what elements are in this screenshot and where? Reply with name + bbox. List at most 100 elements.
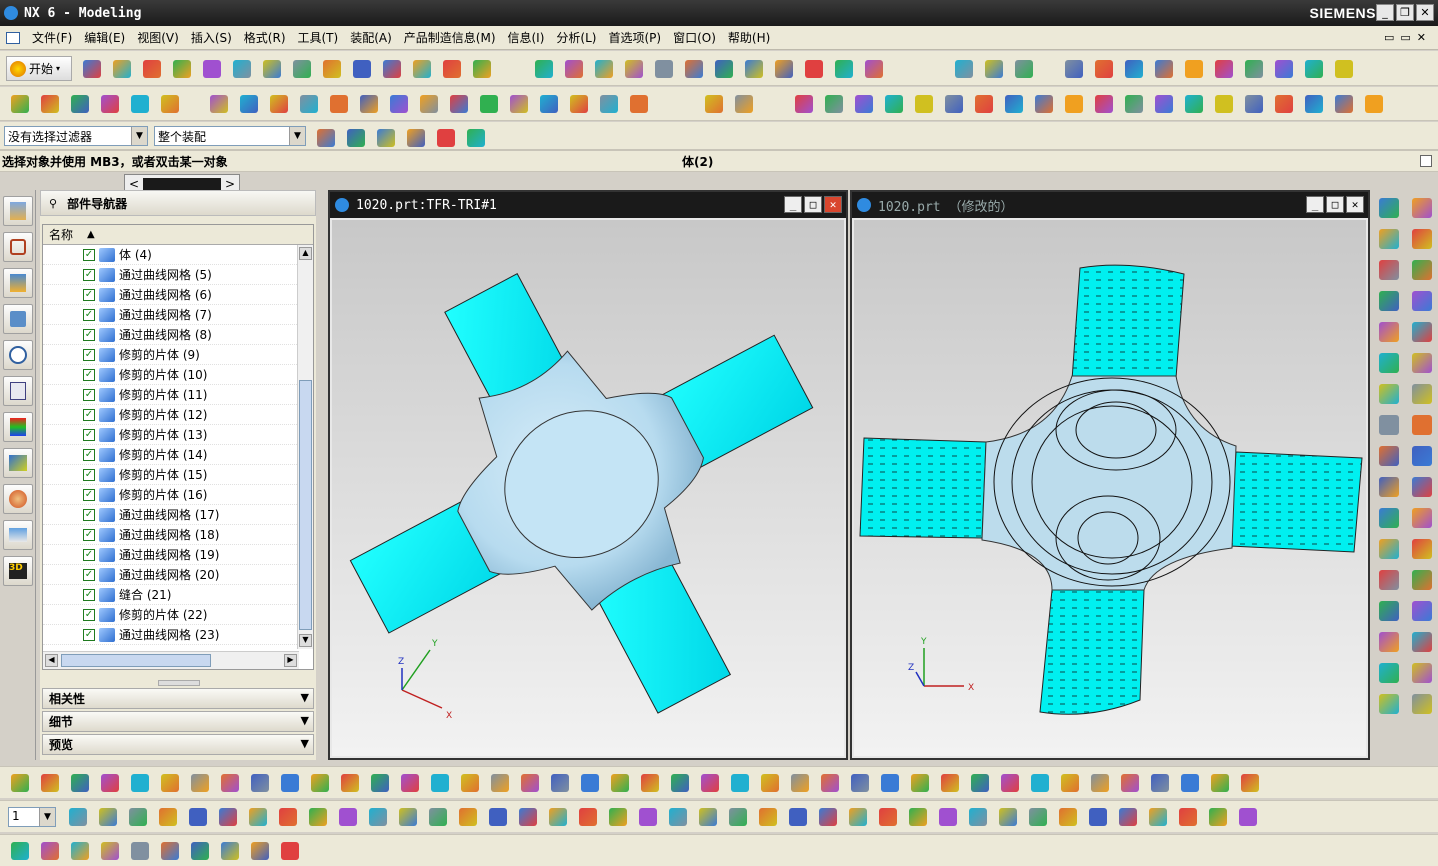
toolbar-icon[interactable] — [546, 769, 573, 796]
toolbar-icon[interactable] — [6, 837, 33, 864]
toolbar-icon[interactable] — [78, 55, 105, 82]
toolbar-icon[interactable] — [816, 769, 843, 796]
toolbar-icon[interactable] — [850, 90, 877, 117]
toolbar-icon[interactable] — [980, 55, 1007, 82]
toolbar-icon[interactable] — [214, 803, 241, 830]
toolbar-icon[interactable] — [186, 769, 213, 796]
toolbar-icon[interactable] — [1376, 691, 1402, 717]
toolbar-icon[interactable] — [1024, 803, 1051, 830]
maximize-button[interactable]: □ — [1326, 196, 1344, 213]
toolbar-icon[interactable] — [1210, 55, 1237, 82]
viewport-secondary[interactable]: 1020.prt （修改的） _ □ ✕ X Y Z — [850, 190, 1370, 760]
toolbar-icon[interactable] — [680, 55, 707, 82]
toolbar-icon[interactable] — [876, 769, 903, 796]
toolbar-icon[interactable] — [468, 55, 495, 82]
toolbar-icon[interactable] — [1056, 769, 1083, 796]
viewport-active[interactable]: 1020.prt:TFR-TRI#1 _ □ ✕ X Y Z — [328, 190, 848, 760]
toolbar-icon[interactable] — [205, 90, 232, 117]
info-check-icon[interactable]: ✓ — [83, 528, 95, 541]
toolbar-icon[interactable] — [1409, 660, 1435, 686]
toolbar-icon[interactable] — [1236, 769, 1263, 796]
toolbar-icon[interactable] — [1174, 803, 1201, 830]
toolbar-icon[interactable] — [1206, 769, 1233, 796]
toolbar-icon[interactable] — [1090, 55, 1117, 82]
toolbar-icon[interactable] — [970, 90, 997, 117]
checkbox-icon[interactable]: ✓ — [83, 248, 95, 261]
toolbar-icon[interactable] — [730, 90, 757, 117]
panel-dependencies[interactable]: 相关性 ▼ — [42, 688, 314, 709]
toolbar-icon[interactable] — [475, 90, 502, 117]
menu-file[interactable]: 文件(F) — [26, 29, 78, 46]
toolbar-icon[interactable] — [505, 90, 532, 117]
toolbar-icon[interactable] — [1360, 90, 1387, 117]
toolbar-icon[interactable] — [1376, 319, 1402, 345]
checkbox-icon[interactable]: ✓ — [83, 308, 95, 321]
toolbar-icon[interactable] — [6, 769, 33, 796]
menu-preferences[interactable]: 首选项(P) — [602, 29, 667, 46]
toolbar-icon[interactable] — [1086, 769, 1113, 796]
toolbar-icon[interactable] — [274, 803, 301, 830]
toolbar-icon[interactable] — [1146, 769, 1173, 796]
checkbox-icon[interactable]: ✓ — [83, 388, 95, 401]
toolbar-icon[interactable] — [724, 803, 751, 830]
toolbar-icon[interactable] — [438, 55, 465, 82]
toolbar-icon[interactable] — [1409, 288, 1435, 314]
model-canvas[interactable]: X Y Z — [332, 220, 844, 756]
menu-view[interactable]: 视图(V) — [131, 29, 185, 46]
toolbar-icon[interactable] — [1376, 288, 1402, 314]
toolbar-icon[interactable] — [535, 90, 562, 117]
toolbar-icon[interactable] — [814, 803, 841, 830]
toolbar-icon[interactable] — [1204, 803, 1231, 830]
toolbar-icon[interactable] — [1000, 90, 1027, 117]
status-options-icon[interactable] — [1420, 155, 1432, 167]
toolbar-icon[interactable] — [288, 55, 315, 82]
toolbar-icon[interactable] — [786, 769, 813, 796]
toolbar-icon[interactable] — [1409, 195, 1435, 221]
toolbar-icon[interactable] — [530, 55, 557, 82]
toolbar-icon[interactable] — [426, 769, 453, 796]
toolbar-icon[interactable] — [846, 769, 873, 796]
toolbar-icon[interactable] — [790, 90, 817, 117]
toolbar-icon[interactable] — [432, 124, 459, 151]
tree-row[interactable]: ✓ 通过曲线网格 (8) — [43, 325, 313, 345]
toolbar-icon[interactable] — [396, 769, 423, 796]
toolbar-icon[interactable] — [168, 55, 195, 82]
toolbar-icon[interactable] — [1409, 381, 1435, 407]
toolbar-icon[interactable] — [940, 90, 967, 117]
toolbar-icon[interactable] — [1114, 803, 1141, 830]
toolbar-icon[interactable] — [126, 769, 153, 796]
toolbar-icon[interactable] — [1120, 90, 1147, 117]
toolbar-icon[interactable] — [454, 803, 481, 830]
info-check-icon[interactable]: ✓ — [83, 548, 95, 561]
toolbar-icon[interactable] — [108, 55, 135, 82]
toolbar-icon[interactable] — [1376, 443, 1402, 469]
toolbar-icon[interactable] — [565, 90, 592, 117]
toolbar-icon[interactable] — [1120, 55, 1147, 82]
maximize-button[interactable]: □ — [804, 196, 822, 213]
toolbar-icon[interactable] — [1376, 598, 1402, 624]
toolbar-icon[interactable] — [336, 769, 363, 796]
toolbar-icon[interactable] — [516, 769, 543, 796]
toolbar-icon[interactable] — [694, 803, 721, 830]
reuse-library-tab-icon[interactable] — [3, 304, 33, 334]
toolbar-icon[interactable] — [784, 803, 811, 830]
toolbar-icon[interactable] — [1409, 226, 1435, 252]
toolbar-icon[interactable] — [1409, 412, 1435, 438]
toolbar-icon[interactable] — [820, 90, 847, 117]
tree-row[interactable]: ✓ 体 (4) — [43, 245, 313, 265]
checkbox-icon[interactable]: ✓ — [83, 608, 95, 621]
toolbar-icon[interactable] — [66, 90, 93, 117]
close-button[interactable]: ✕ — [824, 196, 842, 213]
toolbar-icon[interactable] — [1409, 567, 1435, 593]
toolbar-icon[interactable] — [348, 55, 375, 82]
app-menu-icon[interactable] — [6, 31, 20, 44]
toolbar-icon[interactable] — [235, 90, 262, 117]
toolbar-icon[interactable] — [244, 803, 271, 830]
toolbar-icon[interactable] — [246, 769, 273, 796]
column-header[interactable]: 名称 ▲ — [43, 225, 313, 245]
toolbar-icon[interactable] — [96, 837, 123, 864]
toolbar-icon[interactable] — [228, 55, 255, 82]
toolbar-icon[interactable] — [1180, 90, 1207, 117]
toolbar-icon[interactable] — [276, 837, 303, 864]
toolbar-icon[interactable] — [462, 124, 489, 151]
